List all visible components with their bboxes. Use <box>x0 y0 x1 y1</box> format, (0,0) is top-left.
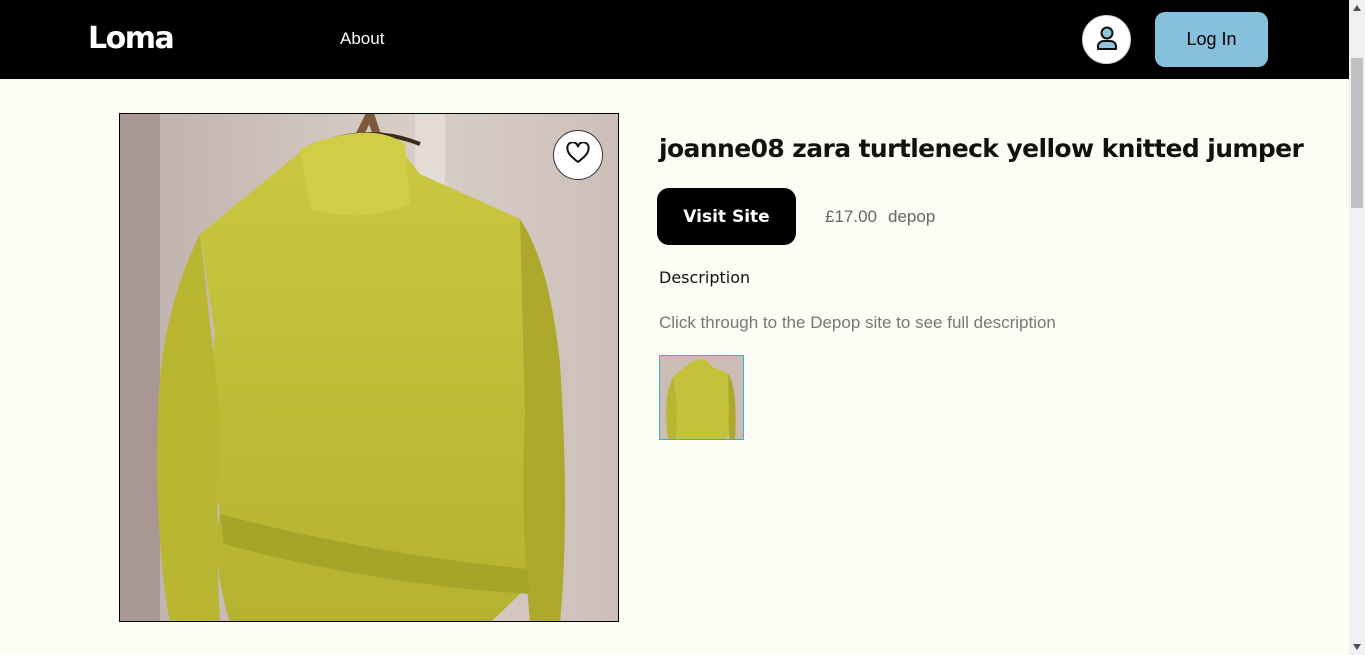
scroll-down-arrow-icon[interactable] <box>1349 639 1365 655</box>
heart-icon <box>566 141 590 168</box>
user-icon <box>1095 25 1119 55</box>
description-text: Click through to the Depop site to see f… <box>659 313 1056 332</box>
nav-about-link[interactable]: About <box>340 29 384 49</box>
profile-button[interactable] <box>1082 15 1131 64</box>
description-heading: Description <box>659 268 751 287</box>
product-thumbnail[interactable] <box>659 355 744 440</box>
product-title: joanne08 zara turtleneck yellow knitted … <box>659 134 1304 163</box>
product-price: £17.00 <box>825 207 877 226</box>
product-main-image <box>119 113 619 622</box>
page-scrollbar[interactable] <box>1349 0 1365 655</box>
visit-site-button[interactable]: Visit Site <box>657 188 796 245</box>
site-logo[interactable]: Loma <box>88 22 175 56</box>
product-source: depop <box>888 207 936 226</box>
favorite-button[interactable] <box>553 130 603 180</box>
site-header: Loma About Log In <box>0 0 1349 79</box>
login-button[interactable]: Log In <box>1155 12 1268 67</box>
scroll-up-arrow-icon[interactable] <box>1349 0 1365 16</box>
scrollbar-thumb[interactable] <box>1351 58 1363 208</box>
